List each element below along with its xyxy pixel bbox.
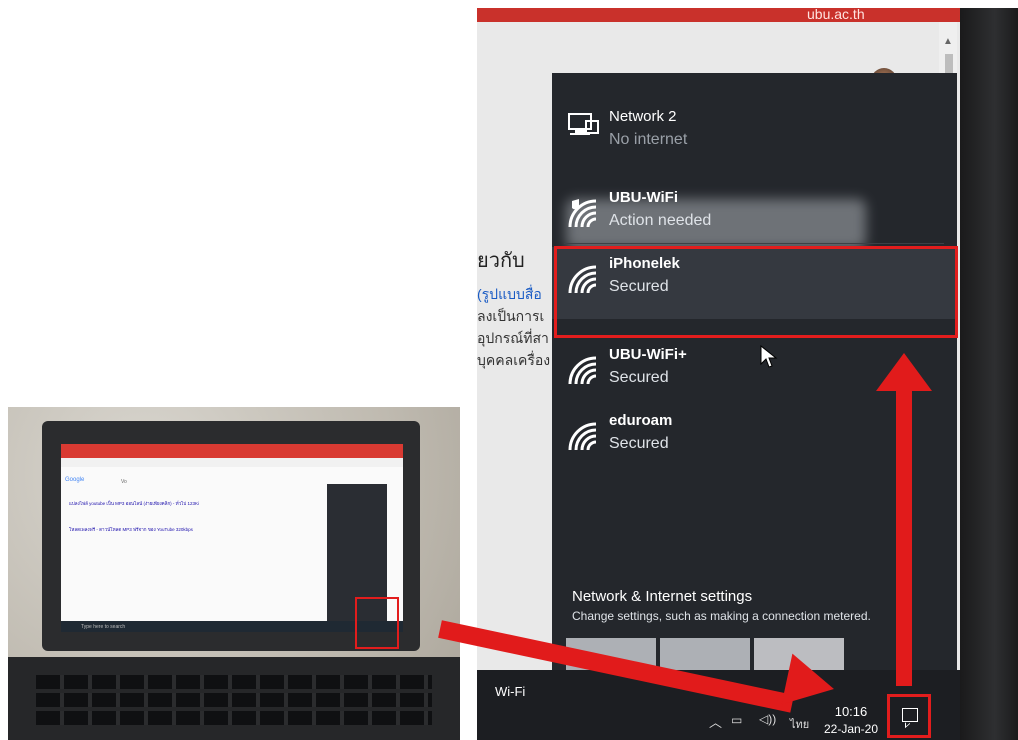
network-settings-link[interactable]: Network & Internet settings <box>572 588 752 605</box>
clock-date[interactable]: 22-Jan-20 <box>817 722 885 736</box>
page-heading: ี่ยวกับ <box>477 250 525 272</box>
network-item-ubu-wifi[interactable]: UBU-WiFi Action needed <box>552 181 957 253</box>
mini-address-bar <box>61 458 403 467</box>
network-2-item[interactable]: Network 2 No internet <box>552 91 957 171</box>
battery-icon[interactable]: ▭ <box>731 713 742 727</box>
wifi-tile-label: Wi-Fi <box>495 684 526 699</box>
laptop-photo: Google Vo แปลงไฟล์ youtube เป็น MP3 ออนไ… <box>8 407 460 740</box>
key-row <box>36 675 432 689</box>
mini-taskbar: Type here to search <box>61 621 403 632</box>
network-name: UBU-WiFi <box>609 189 679 206</box>
page-link[interactable]: (รูปแบบสื่อ <box>477 284 542 306</box>
laptop-screen: Google Vo แปลงไฟล์ youtube เป็น MP3 ออนไ… <box>61 444 403 632</box>
network-name: Network 2 <box>609 108 677 125</box>
page-text: อุปกรณ์ที่สา <box>477 330 549 346</box>
wifi-secured-icon <box>568 356 597 385</box>
mini-browser-tabs <box>61 444 403 458</box>
laptop-keyboard <box>8 657 460 740</box>
network-status: Action needed <box>609 212 712 229</box>
network-name: UBU-WiFi+ <box>609 346 687 363</box>
airplane-mode-tile[interactable] <box>660 638 750 670</box>
wifi-secured-shield-icon <box>568 199 597 228</box>
ethernet-icon <box>568 113 599 135</box>
page-text: บุคคลเครื่อง <box>477 352 551 368</box>
volume-icon[interactable]: ◁)) <box>759 712 776 726</box>
action-center-button[interactable] <box>887 694 931 738</box>
mini-search-text: Vo <box>121 479 127 485</box>
network-status: No internet <box>609 131 688 148</box>
key-row <box>36 711 432 725</box>
zoomed-screen-photo: ubu.ac.th ▲ ··· ี่ยวกับ (รูปแบบสื่อ ลงเป… <box>477 8 1018 740</box>
key-row <box>36 693 432 707</box>
network-status: Secured <box>609 369 669 386</box>
scroll-up-icon[interactable]: ▲ <box>943 36 953 47</box>
up-arrow-shaft <box>896 388 912 686</box>
up-arrow-head <box>876 353 932 391</box>
mini-google-logo: Google <box>65 477 85 483</box>
input-language-indicator[interactable]: ไทย <box>790 715 809 733</box>
mini-result-heading: โหลดเพลงฟรี - ดาวน์โหลด MP3 ฟรีจาก ของ Y… <box>69 527 193 532</box>
network-name: eduroam <box>609 412 673 429</box>
mini-result-heading: แปลงไฟล์ youtube เป็น MP3 ออนไลน์ (ง่ายเ… <box>69 501 200 506</box>
network-settings-description: Change settings, such as making a connec… <box>572 609 871 623</box>
iphonelek-highlight-box <box>554 246 958 338</box>
browser-tab-strip: ubu.ac.th <box>477 8 965 22</box>
taskbar-tray-highlight-box <box>355 597 399 649</box>
monitor-bezel <box>960 8 1018 740</box>
action-center-icon <box>902 708 918 722</box>
page-text: ลงเป็นการเ <box>477 308 545 324</box>
mini-taskbar-search: Type here to search <box>81 624 126 630</box>
clock-time[interactable]: 10:16 <box>825 704 877 719</box>
wifi-secured-icon <box>568 422 597 451</box>
network-status: Secured <box>609 435 669 452</box>
show-hidden-icons-chevron-icon[interactable]: ︿ <box>709 712 722 731</box>
browser-url-fragment[interactable]: ubu.ac.th <box>807 8 865 22</box>
